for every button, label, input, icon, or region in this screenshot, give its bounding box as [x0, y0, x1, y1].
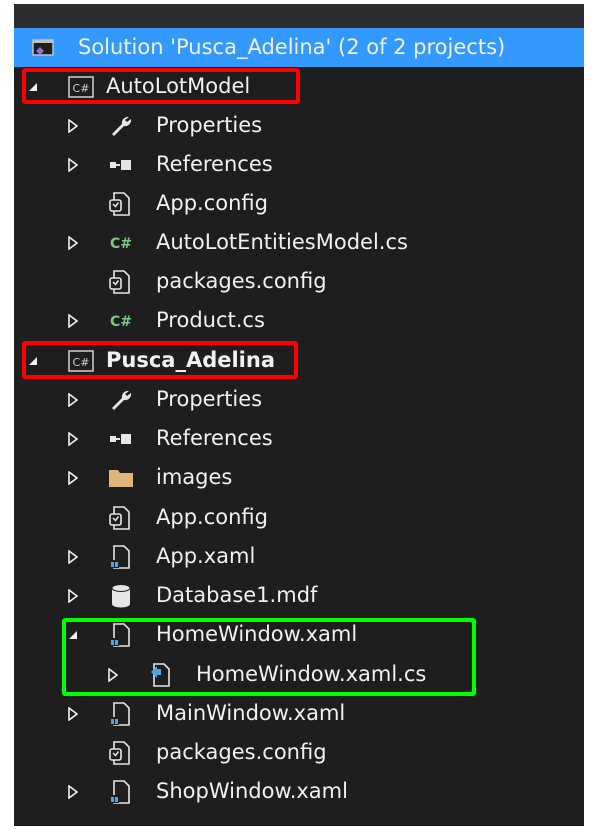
xaml-file-icon [108, 621, 134, 649]
svg-text:C#: C# [110, 314, 132, 330]
xaml-file-icon [108, 778, 134, 806]
tree-row-mainwindow-xaml[interactable]: MainWindow.xaml [14, 694, 584, 733]
tree-row-references[interactable]: References [14, 145, 584, 184]
collapsed-arrow-icon[interactable] [106, 667, 120, 683]
project-label: Pusca_Adelina [106, 348, 276, 372]
tree-item-label: ShopWindow.xaml [156, 779, 348, 803]
tree-row-project-pusca-adelina[interactable]: C# Pusca_Adelina [14, 341, 584, 380]
tree-row-solution[interactable]: Solution 'Pusca_Adelina' (2 of 2 project… [14, 28, 584, 67]
collapsed-arrow-icon[interactable] [66, 313, 80, 329]
tree-item-label: App.config [156, 191, 268, 215]
expanded-arrow-icon[interactable] [26, 79, 40, 95]
tree-item-label: Properties [156, 113, 263, 137]
tree-row-project-autolotmodel[interactable]: C# AutoLotModel [14, 67, 584, 106]
config-file-icon [108, 739, 134, 767]
tree-row-database1-mdf[interactable]: Database1.mdf [14, 576, 584, 615]
tree-item-label: MainWindow.xaml [156, 701, 346, 725]
expanded-arrow-icon[interactable] [26, 353, 40, 369]
expanded-arrow-icon[interactable] [66, 627, 80, 643]
tree-row-properties[interactable]: Properties [14, 380, 584, 419]
tree-item-label: App.config [156, 505, 268, 529]
tree-item-label: Database1.mdf [156, 583, 318, 607]
config-file-icon [108, 190, 134, 218]
tree-row-images[interactable]: images [14, 458, 584, 497]
tree-item-label: Product.cs [156, 308, 265, 332]
tree-item-label: HomeWindow.xaml.cs [196, 662, 427, 686]
tree-item-label: AutoLotEntitiesModel.cs [156, 230, 408, 254]
collapsed-arrow-icon[interactable] [66, 235, 80, 251]
csharp-file-icon: C# [108, 229, 134, 257]
database-icon [108, 582, 134, 610]
xaml-file-icon [108, 543, 134, 571]
folder-icon [108, 464, 134, 492]
csharp-file-icon: C# [108, 307, 134, 335]
references-icon [108, 425, 134, 453]
solution-icon [30, 34, 56, 62]
tree-item-label: References [156, 426, 273, 450]
config-file-icon [108, 504, 134, 532]
config-file-icon [108, 268, 134, 296]
references-icon [108, 151, 134, 179]
svg-text:C#: C# [110, 236, 132, 252]
tree-row-packages-config[interactable]: packages.config [14, 262, 584, 301]
collapsed-arrow-icon[interactable] [66, 549, 80, 565]
project-label: AutoLotModel [106, 74, 251, 98]
csharp-project-icon: C# [68, 73, 94, 101]
panel-top-strip [14, 4, 584, 28]
svg-text:C#: C# [73, 356, 90, 369]
tree-row-product-cs[interactable]: C# Product.cs [14, 301, 584, 340]
csharp-project-icon: C# [68, 347, 94, 375]
code-behind-file-icon [148, 661, 174, 689]
tree-item-label: images [156, 465, 233, 489]
tree-row-homewindow-xaml-cs[interactable]: HomeWindow.xaml.cs [14, 655, 584, 694]
solution-explorer-tree: Solution 'Pusca_Adelina' (2 of 2 project… [14, 4, 584, 826]
collapsed-arrow-icon[interactable] [66, 157, 80, 173]
collapsed-arrow-icon[interactable] [66, 588, 80, 604]
tree-item-label: References [156, 152, 273, 176]
tree-item-label: HomeWindow.xaml [156, 622, 358, 646]
tree-row-homewindow-xaml[interactable]: HomeWindow.xaml [14, 615, 584, 654]
solution-label: Solution 'Pusca_Adelina' (2 of 2 project… [78, 35, 506, 59]
tree-row-references[interactable]: References [14, 419, 584, 458]
tree-row-packages-config[interactable]: packages.config [14, 733, 584, 772]
tree-row-shopwindow-xaml[interactable]: ShopWindow.xaml [14, 772, 584, 811]
tree-row-autolotentitiesmodel[interactable]: C# AutoLotEntitiesModel.cs [14, 223, 584, 262]
collapsed-arrow-icon[interactable] [66, 118, 80, 134]
svg-text:C#: C# [73, 82, 90, 95]
wrench-icon [108, 386, 134, 414]
tree-row-app-config[interactable]: App.config [14, 498, 584, 537]
collapsed-arrow-icon[interactable] [66, 392, 80, 408]
collapsed-arrow-icon[interactable] [66, 784, 80, 800]
tree-row-app-config[interactable]: App.config [14, 184, 584, 223]
collapsed-arrow-icon[interactable] [66, 706, 80, 722]
tree-item-label: Properties [156, 387, 263, 411]
xaml-file-icon [108, 700, 134, 728]
tree-item-label: packages.config [156, 740, 327, 764]
tree-item-label: App.xaml [156, 544, 256, 568]
collapsed-arrow-icon[interactable] [66, 470, 80, 486]
tree-row-properties[interactable]: Properties [14, 106, 584, 145]
collapsed-arrow-icon[interactable] [66, 431, 80, 447]
wrench-icon [108, 112, 134, 140]
tree-row-app-xaml[interactable]: App.xaml [14, 537, 584, 576]
tree-item-label: packages.config [156, 269, 327, 293]
